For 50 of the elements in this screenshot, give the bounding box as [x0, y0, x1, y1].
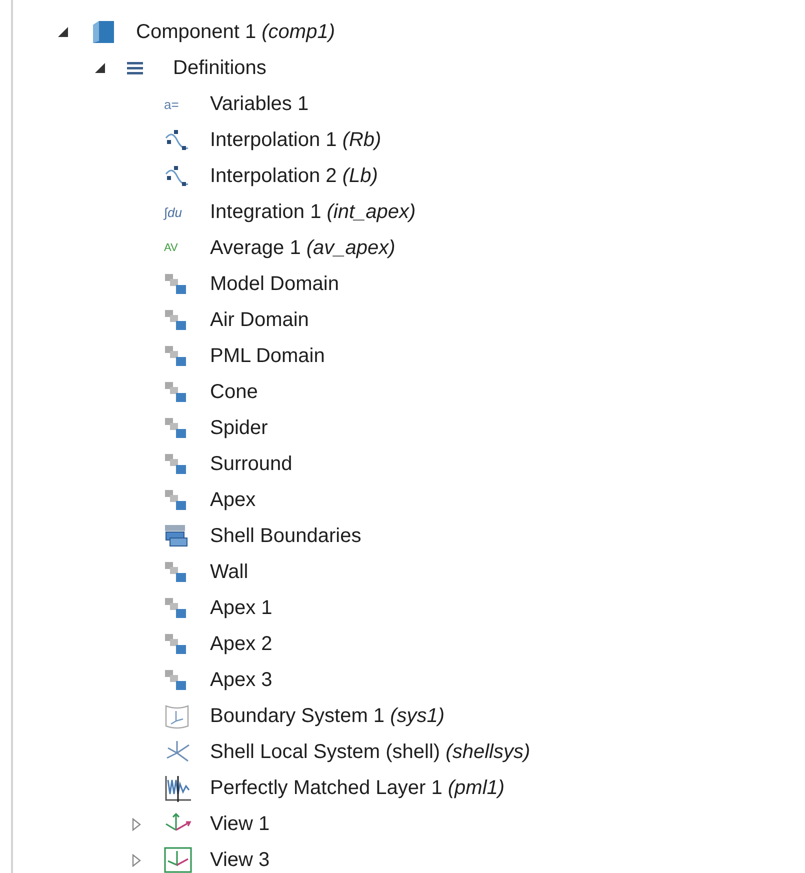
expand-arrow-icon[interactable] [132, 818, 141, 830]
tree-item[interactable]: Air Domain [210, 308, 309, 332]
tree-item[interactable]: Apex 3 [210, 668, 272, 692]
tree-item[interactable]: Interpolation 1 (Rb) [210, 128, 382, 152]
selection-icon [164, 345, 188, 367]
tree-item[interactable]: Definitions [173, 56, 266, 80]
selection-icon [164, 309, 188, 331]
tree-item[interactable]: View 1 [210, 812, 270, 836]
stacked-panels-icon [164, 524, 188, 548]
variable-icon: ∫du [164, 204, 190, 220]
tree-item[interactable]: PML Domain [210, 344, 325, 368]
selection-icon [164, 561, 188, 583]
tree-item[interactable]: Shell Local System (shell) (shellsys) [210, 740, 530, 764]
selection-icon [164, 489, 188, 511]
collapse-arrow-icon[interactable] [58, 27, 68, 37]
tree-item[interactable]: Average 1 (av_apex) [210, 236, 396, 260]
variable-icon: AV [164, 242, 190, 254]
tree-item[interactable]: Apex 2 [210, 632, 272, 656]
tree-item[interactable]: Variables 1 [210, 92, 309, 116]
tree-item[interactable]: Interpolation 2 (Lb) [210, 164, 378, 188]
cube-icon [90, 19, 116, 45]
collapse-arrow-icon[interactable] [95, 63, 105, 73]
tree-item[interactable]: Wall [210, 560, 248, 584]
axes-icon [164, 847, 192, 873]
selection-icon [164, 417, 188, 439]
variable-icon: a= [164, 96, 190, 112]
tree-item[interactable]: Integration 1 (int_apex) [210, 200, 416, 224]
curve-points-icon [164, 164, 190, 188]
tree-item[interactable]: Apex 1 [210, 596, 272, 620]
selection-icon [164, 597, 188, 619]
selection-icon [164, 381, 188, 403]
tree-item[interactable]: Shell Boundaries [210, 524, 362, 548]
axes-icon [164, 703, 190, 729]
selection-icon [164, 453, 188, 475]
selection-icon [164, 273, 188, 295]
tree-item[interactable]: Perfectly Matched Layer 1 (pml1) [210, 776, 505, 800]
wave-icon [164, 774, 192, 802]
tree-item[interactable]: Spider [210, 416, 268, 440]
tree-item[interactable]: View 3 [210, 848, 270, 872]
tree-item[interactable]: Apex [210, 488, 256, 512]
expand-arrow-icon[interactable] [132, 854, 141, 866]
list-icon [127, 61, 143, 75]
tree-item[interactable]: Component 1 (comp1) [136, 20, 335, 44]
selection-icon [164, 633, 188, 655]
tree-item[interactable]: Cone [210, 380, 258, 404]
tree-item[interactable]: Surround [210, 452, 292, 476]
selection-icon [164, 669, 188, 691]
curve-points-icon [164, 128, 190, 152]
tree-item[interactable]: Boundary System 1 (sys1) [210, 704, 445, 728]
tree-item[interactable]: Model Domain [210, 272, 339, 296]
